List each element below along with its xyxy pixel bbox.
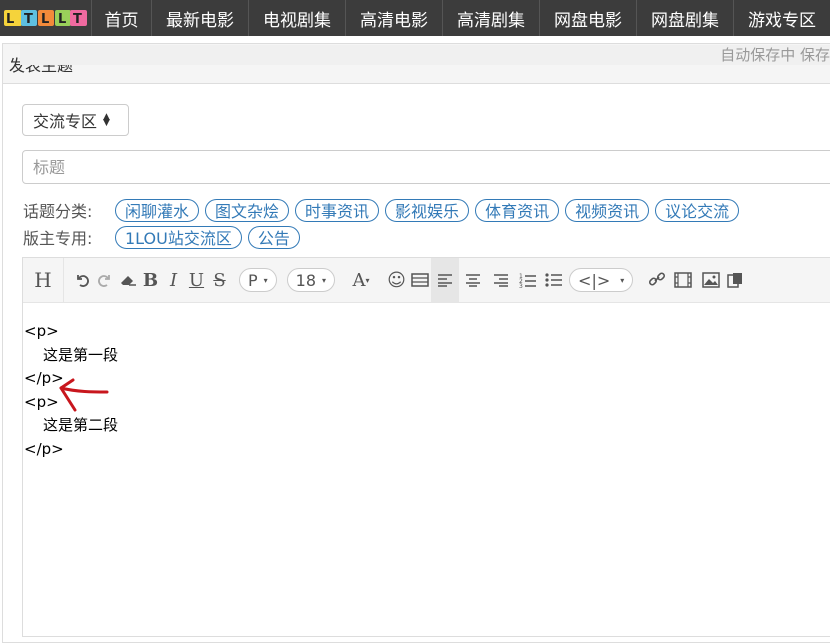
redo-icon[interactable] bbox=[93, 258, 116, 302]
font-color-label: A bbox=[352, 269, 366, 291]
title-input[interactable] bbox=[22, 150, 830, 184]
topic-tag[interactable]: 影视娱乐 bbox=[385, 198, 470, 222]
code-line: 这是第二段 bbox=[43, 416, 119, 434]
nav-hd-series[interactable]: 高清剧集 bbox=[442, 0, 539, 36]
paragraph-format-value: P bbox=[248, 270, 258, 290]
red-arrow-annotation bbox=[59, 378, 109, 412]
nav-home[interactable]: 首页 bbox=[91, 0, 151, 36]
font-color-button[interactable]: A ▾ bbox=[345, 258, 377, 302]
nav-latest-movies[interactable]: 最新电影 bbox=[151, 0, 248, 36]
topic-tag[interactable]: 视频资讯 bbox=[565, 198, 650, 222]
unordered-list-icon[interactable] bbox=[541, 258, 567, 302]
align-left-icon[interactable] bbox=[431, 258, 460, 302]
admin-tag[interactable]: 公告 bbox=[247, 225, 300, 249]
italic-button[interactable]: I bbox=[162, 258, 185, 302]
topic-tag[interactable]: 时事资讯 bbox=[295, 198, 380, 222]
image-icon[interactable] bbox=[697, 258, 725, 302]
code-line: </p> bbox=[24, 439, 64, 458]
svg-text:3: 3 bbox=[519, 283, 523, 288]
nav-cloud-series[interactable]: 网盘剧集 bbox=[636, 0, 733, 36]
svg-text:T: T bbox=[24, 12, 33, 27]
paragraph-format-dropdown[interactable]: P ▾ bbox=[239, 268, 277, 292]
code-block-label: <|> bbox=[578, 270, 611, 290]
ordered-list-icon[interactable]: 123 bbox=[515, 258, 541, 302]
logo-icon: L T L L T bbox=[3, 10, 87, 27]
topic-label: 话题分类: bbox=[23, 202, 93, 221]
topic-tags-row: 话题分类: 闲聊灌水 图文杂烩 时事资讯 影视娱乐 体育资讯 视频资讯 议论交流 bbox=[23, 198, 745, 222]
code-block-dropdown[interactable]: <|> ▾ bbox=[569, 268, 634, 292]
section-select-value: 交流专区 bbox=[33, 112, 98, 131]
video-icon[interactable] bbox=[669, 258, 697, 302]
editor-toolbar: H B I U S P ▾ 18 ▾ A ▾ ☺ 1 2 3 <|> ▾ bbox=[23, 258, 830, 303]
topic-tag[interactable]: 图文杂烩 bbox=[205, 198, 290, 222]
font-size-value: 18 bbox=[295, 270, 317, 290]
chevron-down-icon: ▾ bbox=[263, 275, 268, 285]
chevron-down-icon: ▾ bbox=[365, 275, 370, 285]
strikethrough-button[interactable]: S bbox=[208, 258, 231, 302]
topic-tag[interactable]: 体育资讯 bbox=[475, 198, 560, 222]
nav-games[interactable]: 游戏专区 bbox=[733, 0, 830, 36]
chevron-down-icon: ▾ bbox=[322, 275, 327, 285]
emoji-icon[interactable]: ☺ bbox=[385, 258, 408, 302]
svg-text:L: L bbox=[6, 12, 14, 27]
eraser-icon[interactable] bbox=[116, 258, 139, 302]
svg-text:L: L bbox=[41, 12, 49, 27]
code-line: 这是第一段 bbox=[43, 345, 119, 364]
autosave-status: 自动保存中 保存 bbox=[20, 45, 830, 65]
chevron-down-icon: ▾ bbox=[620, 275, 625, 285]
svg-text:L: L bbox=[58, 12, 66, 27]
undo-icon[interactable] bbox=[70, 258, 93, 302]
code-line: <p> bbox=[24, 322, 59, 340]
underline-button[interactable]: U bbox=[185, 258, 208, 302]
admin-tags-row: 版主专用: 1LOU站交流区 公告 bbox=[23, 225, 306, 249]
table-icon[interactable] bbox=[408, 258, 431, 302]
paste-icon[interactable] bbox=[725, 258, 745, 302]
align-center-icon[interactable] bbox=[459, 258, 487, 302]
nav-cloud-movies[interactable]: 网盘电影 bbox=[539, 0, 636, 36]
admin-tag[interactable]: 1LOU站交流区 bbox=[115, 225, 242, 249]
link-icon[interactable] bbox=[645, 258, 669, 302]
nav-tv-series[interactable]: 电视剧集 bbox=[248, 0, 345, 36]
site-logo[interactable]: L T L L T bbox=[0, 0, 91, 36]
admin-label: 版主专用: bbox=[23, 229, 93, 248]
heading-button[interactable]: H bbox=[23, 258, 64, 302]
topic-tag[interactable]: 议论交流 bbox=[655, 198, 740, 222]
top-nav: L T L L T 首页 最新电影 电视剧集 高清电影 高清剧集 网盘电影 网盘… bbox=[0, 0, 830, 36]
align-right-icon[interactable] bbox=[487, 258, 515, 302]
bold-button[interactable]: B bbox=[139, 258, 162, 302]
select-caret-icon: ▲ ▼ bbox=[103, 112, 110, 128]
rich-text-editor: H B I U S P ▾ 18 ▾ A ▾ ☺ 1 2 3 <|> ▾ bbox=[22, 257, 830, 637]
topic-tag[interactable]: 闲聊灌水 bbox=[115, 198, 200, 222]
svg-text:T: T bbox=[73, 12, 82, 27]
section-select[interactable]: 交流专区 ▲ ▼ bbox=[22, 104, 129, 136]
font-size-dropdown[interactable]: 18 ▾ bbox=[286, 268, 336, 292]
nav-hd-movies[interactable]: 高清电影 bbox=[345, 0, 442, 36]
